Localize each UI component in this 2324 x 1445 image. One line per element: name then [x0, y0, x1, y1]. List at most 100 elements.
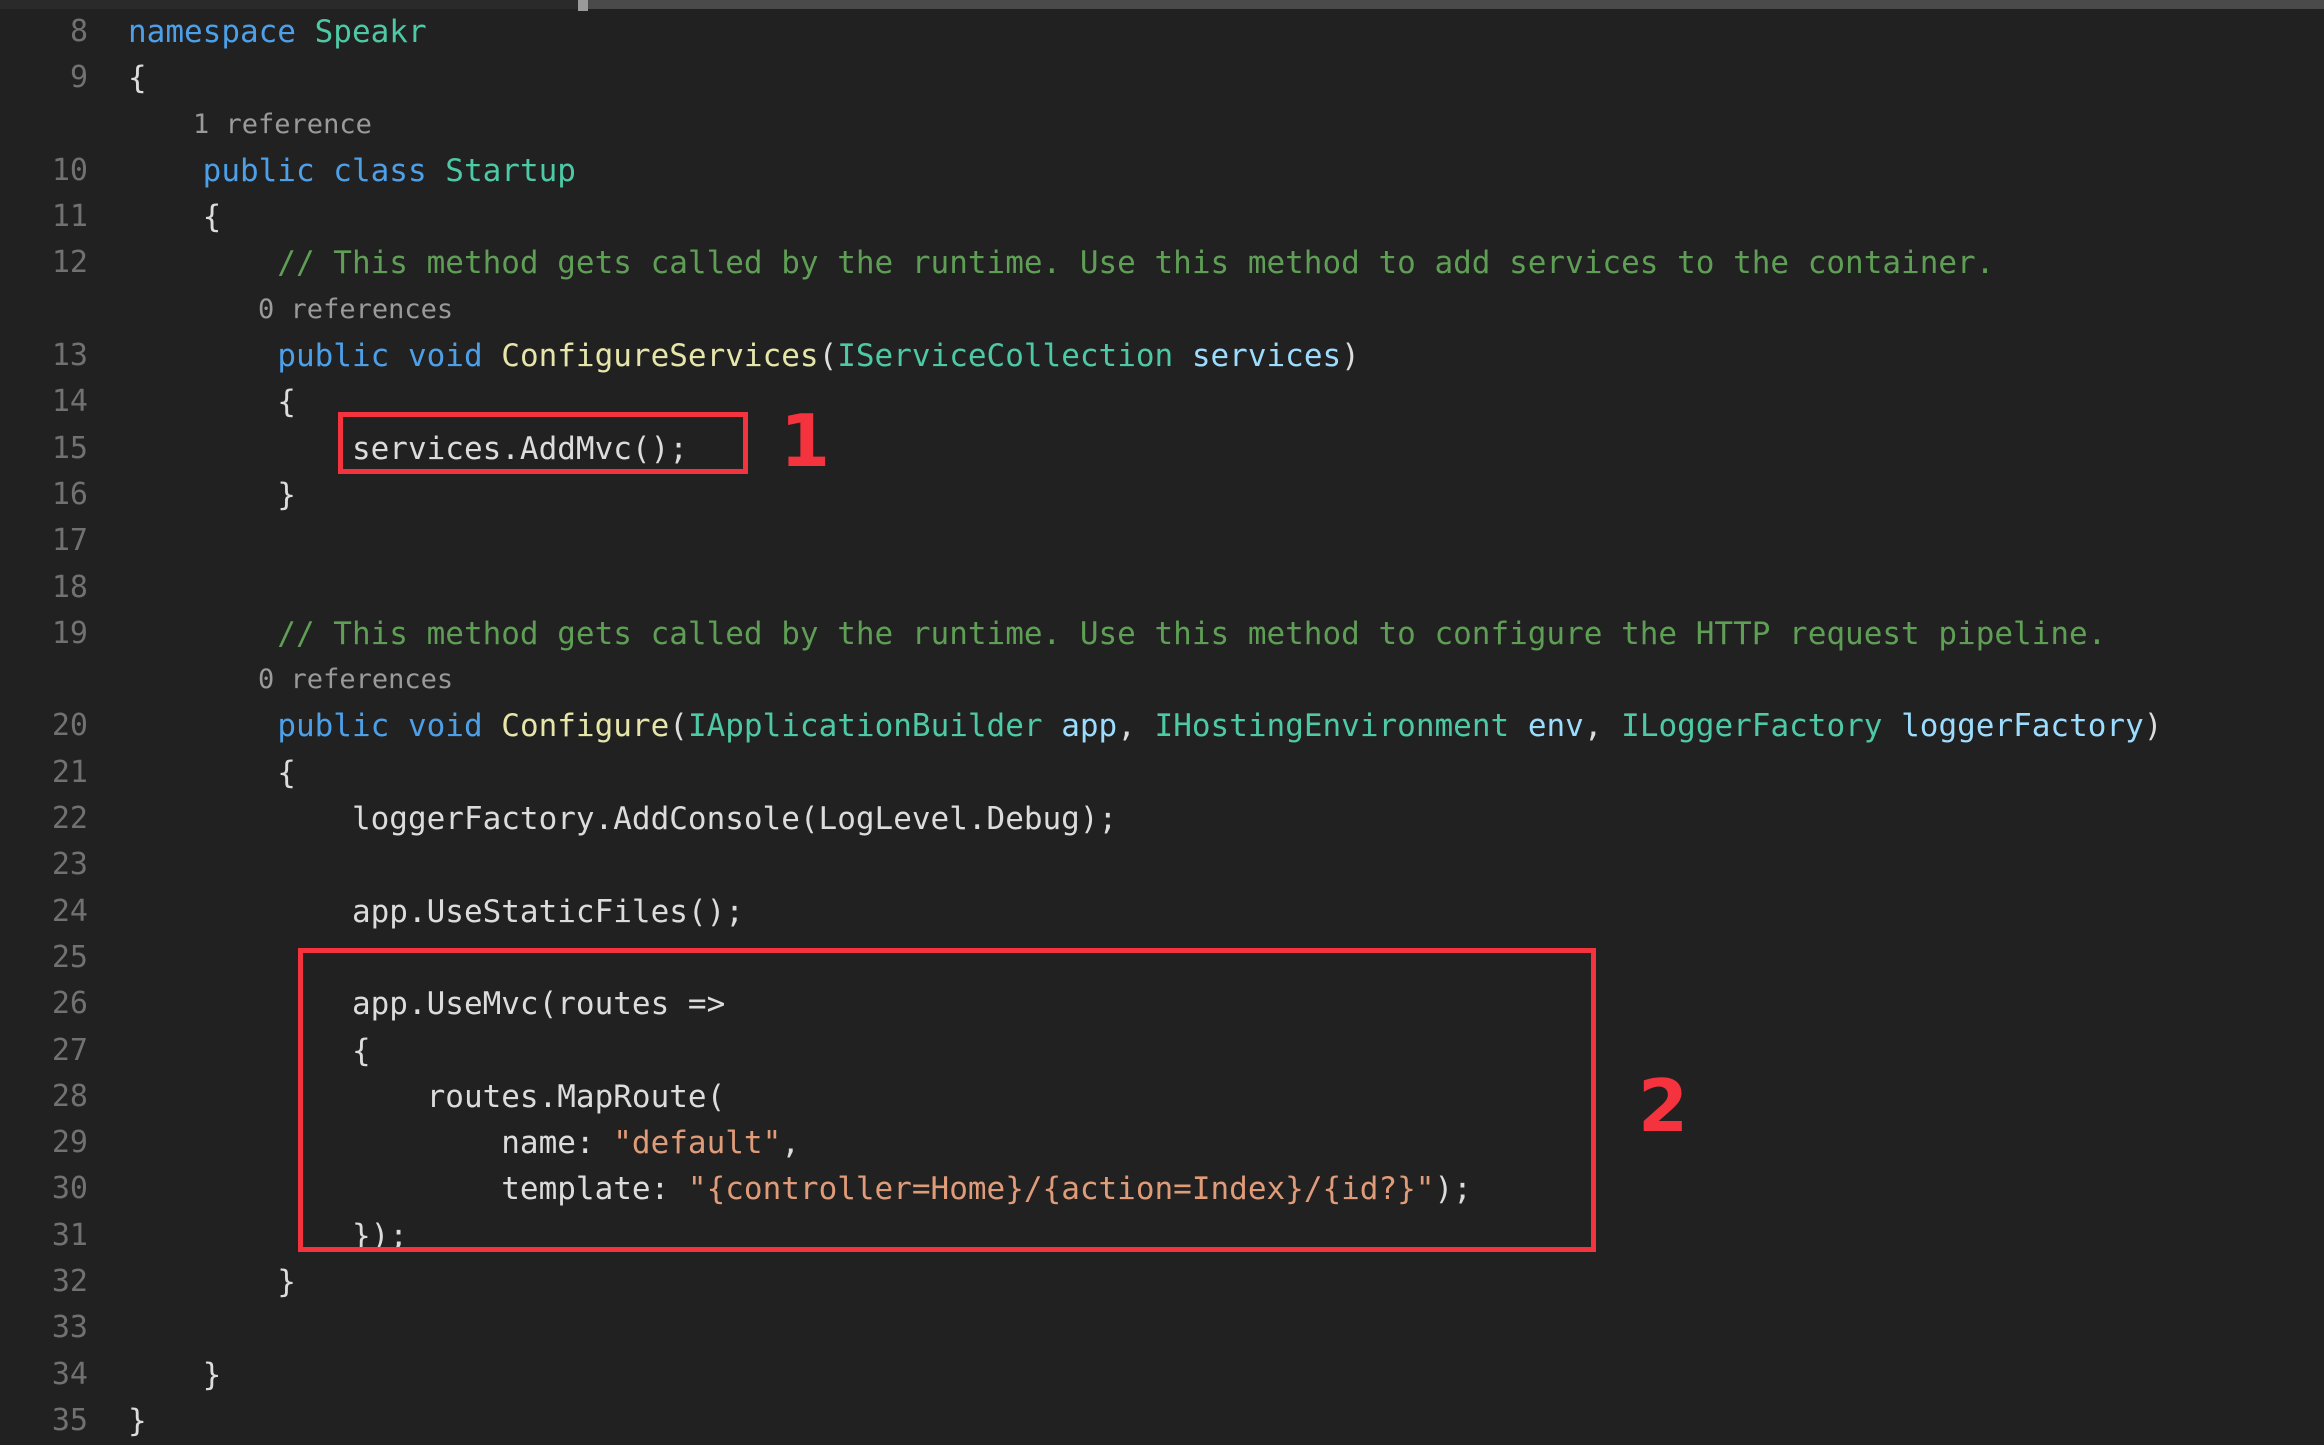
line-text: {: [128, 55, 147, 101]
line-number: 32: [51, 1264, 88, 1300]
codelens-row[interactable]: 1 reference: [0, 102, 2324, 148]
token-lens: 1 reference: [128, 108, 372, 140]
line-number: 15: [51, 430, 88, 466]
line-number: 22: [51, 801, 88, 837]
line-text: // This method gets called by the runtim…: [128, 240, 1994, 286]
line-text: app.UseStaticFiles();: [128, 889, 744, 935]
line-text: }: [128, 1398, 147, 1444]
code-line[interactable]: 24 app.UseStaticFiles();: [0, 889, 2324, 935]
token-comment: // This method gets called by the runtim…: [128, 615, 2107, 652]
line-number: 34: [51, 1356, 88, 1392]
token-plain: loggerFactory.AddConsole(LogLevel.Debug)…: [128, 801, 1118, 838]
token-plain: services.AddMvc();: [128, 430, 688, 467]
horizontal-scrollbar[interactable]: [0, 0, 2324, 11]
token-punct: ): [2143, 708, 2163, 745]
line-text: routes.MapRoute(: [128, 1074, 726, 1120]
token-punct: }: [128, 476, 296, 513]
code-line[interactable]: 20 public void Configure(IApplicationBui…: [0, 703, 2324, 749]
token-punct: ,: [1117, 708, 1155, 745]
token-punct: (: [818, 338, 838, 375]
token-type: IServiceCollection: [837, 338, 1174, 375]
code-line[interactable]: 10 public class Startup: [0, 148, 2324, 194]
line-number: 30: [51, 1171, 88, 1207]
token-comment: // This method gets called by the runtim…: [128, 245, 1995, 282]
scrollbar-thumb[interactable]: [580, 0, 2324, 9]
token-string: "default": [613, 1125, 782, 1162]
token-punct: });: [128, 1217, 408, 1254]
code-line[interactable]: 21 {: [0, 750, 2324, 796]
token-keyword: public class: [202, 152, 446, 189]
line-number: 12: [51, 245, 88, 281]
line-text: 0 references: [128, 657, 453, 703]
token-punct: }: [128, 1264, 296, 1301]
token-type: IApplicationBuilder: [687, 708, 1043, 745]
code-line[interactable]: 13 public void ConfigureServices(IServic…: [0, 333, 2324, 379]
code-line[interactable]: 32 }: [0, 1259, 2324, 1305]
line-number: 24: [51, 893, 88, 929]
code-editor: 8 namespace Speakr 9{ 1 reference 10 public…: [0, 0, 2324, 1445]
line-text: public class Startup: [128, 148, 576, 194]
token-plain: template:: [128, 1171, 688, 1208]
token-type: Speakr: [314, 14, 427, 50]
token-punct: {: [128, 754, 296, 791]
line-text: loggerFactory.AddConsole(LogLevel.Debug)…: [128, 796, 1117, 842]
code-line[interactable]: 26 app.UseMvc(routes =>: [0, 981, 2324, 1027]
token-lens: 0 references: [128, 293, 454, 325]
codelens-row[interactable]: 0 references: [0, 287, 2324, 333]
line-number: 25: [51, 939, 88, 975]
line-number: 23: [51, 847, 88, 883]
code-line[interactable]: 8 namespace Speakr: [0, 9, 2324, 55]
token-plain: app.UseMvc(routes =>: [128, 986, 726, 1023]
line-number: 28: [51, 1078, 88, 1114]
line-text: 1 reference: [128, 102, 372, 148]
token-plain: app.UseStaticFiles();: [128, 893, 744, 930]
code-line[interactable]: 18: [0, 565, 2324, 611]
code-line[interactable]: 16 }: [0, 472, 2324, 518]
code-line[interactable]: 14 {: [0, 379, 2324, 425]
code-line[interactable]: 22 loggerFactory.AddConsole(LogLevel.Deb…: [0, 796, 2324, 842]
code-line[interactable]: 17: [0, 518, 2324, 564]
token-punct: {: [128, 384, 296, 421]
code-line[interactable]: 15 services.AddMvc();: [0, 426, 2324, 472]
token-string: "{controller=Home}/{action=Index}/{id?}": [687, 1171, 1435, 1208]
token-punct: }: [128, 1402, 147, 1439]
line-text: 0 references: [128, 287, 453, 333]
token-punct: }: [128, 1356, 222, 1393]
code-line[interactable]: 34 }: [0, 1352, 2324, 1398]
annotation-label-2: 2: [1638, 1064, 1689, 1148]
code-line[interactable]: 27 {: [0, 1028, 2324, 1074]
line-number: 9: [69, 60, 88, 96]
code-line[interactable]: 35}: [0, 1398, 2324, 1444]
token-param: services: [1191, 338, 1342, 375]
token-keyword: namespace: [128, 14, 315, 50]
line-text: {: [128, 379, 296, 425]
code-line[interactable]: 25: [0, 935, 2324, 981]
code-line[interactable]: 33: [0, 1305, 2324, 1351]
code-line[interactable]: 19 // This method gets called by the run…: [0, 611, 2324, 657]
code-content[interactable]: 8 namespace Speakr 9{ 1 reference 10 public…: [0, 9, 2324, 1445]
code-line[interactable]: 11 {: [0, 194, 2324, 240]
code-line[interactable]: 29 name: "default",: [0, 1120, 2324, 1166]
annotation-label-1: 1: [780, 399, 831, 483]
line-number: 35: [51, 1402, 88, 1438]
codelens-row[interactable]: 0 references: [0, 657, 2324, 703]
line-number: 21: [51, 754, 88, 790]
token-punct: );: [1434, 1171, 1472, 1208]
line-number: 27: [51, 1032, 88, 1068]
token-punct: {: [128, 1032, 371, 1069]
code-line[interactable]: 9{: [0, 55, 2324, 101]
code-line[interactable]: 31 });: [0, 1213, 2324, 1259]
code-line[interactable]: 30 template: "{controller=Home}/{action=…: [0, 1166, 2324, 1212]
line-text: app.UseMvc(routes =>: [128, 981, 725, 1027]
line-text: template: "{controller=Home}/{action=Ind…: [128, 1166, 1472, 1212]
line-number: 16: [51, 476, 88, 512]
code-line[interactable]: 23: [0, 842, 2324, 888]
code-line[interactable]: 28 routes.MapRoute(: [0, 1074, 2324, 1120]
token-method: ConfigureServices: [501, 338, 819, 375]
line-text: // This method gets called by the runtim…: [128, 611, 2106, 657]
code-line[interactable]: 12 // This method gets called by the run…: [0, 240, 2324, 286]
line-text: public void ConfigureServices(IServiceCo…: [128, 333, 1360, 379]
